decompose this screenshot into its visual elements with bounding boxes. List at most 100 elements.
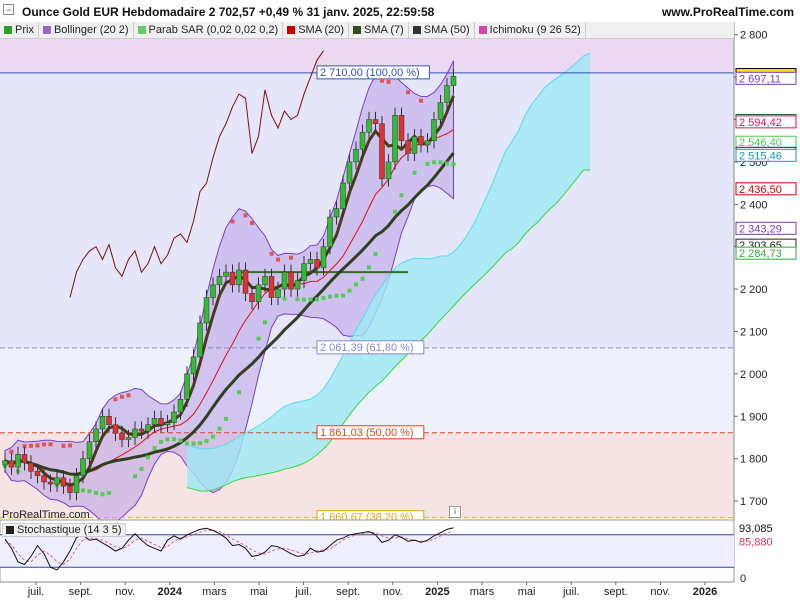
candle-body xyxy=(93,428,99,442)
candle-body xyxy=(281,271,288,290)
stochastic-legend[interactable]: Stochastique (14 3 5) xyxy=(2,523,126,537)
candle-body xyxy=(392,115,398,163)
sar-dot xyxy=(367,265,371,270)
time-tick-label: nov. xyxy=(115,586,135,598)
candle-body xyxy=(301,263,307,281)
sar-dot xyxy=(42,442,46,447)
candle-body xyxy=(60,477,67,487)
title-bar: − Ounce Gold EUR Hebdomadaire 2 702,57 +… xyxy=(0,0,800,22)
sar-dot xyxy=(217,426,222,431)
price-axis: 2 8002 7002 6002 5002 4002 3002 2002 100… xyxy=(733,22,800,582)
candle-body xyxy=(28,462,34,472)
legend-swatch xyxy=(412,26,421,34)
candle-body xyxy=(21,454,28,464)
price-tag-label: 2 515,46 xyxy=(739,150,782,162)
legend-label: SMA (20) xyxy=(298,24,345,36)
sar-dot xyxy=(380,78,384,83)
sar-dot xyxy=(419,98,423,103)
sar-dot xyxy=(328,294,332,299)
candle-body xyxy=(145,424,151,432)
legend-label: SMA (50) xyxy=(423,24,470,36)
sar-dot xyxy=(159,439,163,444)
price-tick-label: 2 100 xyxy=(740,326,768,338)
candle-body xyxy=(190,356,197,375)
candle-body xyxy=(164,422,171,425)
sar-dot xyxy=(250,220,254,225)
sar-dot xyxy=(373,251,378,256)
candle-body xyxy=(255,284,262,303)
site-link[interactable]: www.ProRealTime.com xyxy=(662,5,794,19)
time-tick-label: mai xyxy=(518,586,536,598)
time-tick-label: mars xyxy=(470,586,495,598)
price-tick-label: 2 000 xyxy=(740,369,768,381)
sar-dot xyxy=(451,162,456,167)
sar-dot xyxy=(393,209,397,214)
time-tick-label: sept. xyxy=(604,586,628,598)
stochastic-d-tag: 85,880 xyxy=(739,537,773,549)
time-tick-label: juil. xyxy=(562,586,580,598)
fib-label: 1 861,03 (50,00 %) xyxy=(320,427,414,439)
legend-swatch xyxy=(478,26,487,34)
candle-body xyxy=(249,293,255,303)
legend-swatch xyxy=(353,26,362,34)
sar-dot xyxy=(412,170,417,175)
sar-dot xyxy=(399,193,404,198)
legend-item[interactable]: Ichimoku (9 26 52) xyxy=(475,22,586,38)
legend-item[interactable]: SMA (20) xyxy=(283,22,350,38)
legend-label: Prix xyxy=(15,24,34,36)
sar-dot xyxy=(334,293,339,298)
sar-dot xyxy=(302,297,306,302)
price-tag-label: 2 284,73 xyxy=(739,248,782,260)
candle-body xyxy=(119,432,125,440)
candle-body xyxy=(171,411,177,423)
time-tick-label: juil. xyxy=(294,586,312,598)
candle-body xyxy=(2,460,8,466)
candle-body xyxy=(223,271,229,277)
sar-dot xyxy=(237,390,241,395)
sar-dot xyxy=(347,288,352,293)
price-tag-label: 2 436,50 xyxy=(739,184,782,196)
collapse-icon[interactable]: − xyxy=(3,4,14,15)
candle-body xyxy=(80,458,86,476)
time-tick-label: 2025 xyxy=(425,586,449,598)
sar-dot xyxy=(295,297,300,302)
legend-item[interactable]: Prix xyxy=(0,22,39,38)
legend-item[interactable]: SMA (50) xyxy=(409,22,475,38)
candle-body xyxy=(67,485,73,493)
info-icon[interactable]: i xyxy=(449,506,461,518)
legend-swatch xyxy=(4,26,12,34)
sar-dot xyxy=(146,455,150,460)
candle-body xyxy=(151,418,158,425)
candle-body xyxy=(125,437,132,440)
stochastic-swatch xyxy=(6,526,14,534)
legend-swatch xyxy=(42,26,51,34)
candle-body xyxy=(216,276,223,286)
candle-body xyxy=(366,119,372,133)
price-tick-label: 1 800 xyxy=(740,454,768,466)
sar-dot xyxy=(276,257,280,262)
candle-body xyxy=(177,399,184,413)
sar-dot xyxy=(256,336,261,341)
sar-dot xyxy=(191,441,196,446)
legend-item[interactable]: Bollinger (20 2) xyxy=(39,22,134,38)
legend-item[interactable]: Parab SAR (0,02 0,02 0,2) xyxy=(134,22,284,38)
sar-dot xyxy=(315,297,319,302)
candle-body xyxy=(405,140,411,154)
candle-body xyxy=(86,441,93,459)
time-tick-label: juil. xyxy=(27,586,45,598)
candle-body xyxy=(73,475,80,493)
legend-label: Bollinger (20 2) xyxy=(53,24,129,36)
legend-swatch xyxy=(137,26,146,34)
candle-body xyxy=(418,136,424,146)
legend-item[interactable]: SMA (7) xyxy=(349,22,409,38)
candle-body xyxy=(359,131,366,150)
time-tick-label: 2024 xyxy=(158,586,183,598)
candle-body xyxy=(424,140,431,146)
sar-dot xyxy=(263,320,267,325)
sar-dot xyxy=(406,90,410,95)
legend-swatch xyxy=(287,26,296,34)
sar-dot xyxy=(81,488,85,493)
candle xyxy=(379,116,385,187)
candle-body xyxy=(333,208,340,218)
candle xyxy=(392,107,398,170)
